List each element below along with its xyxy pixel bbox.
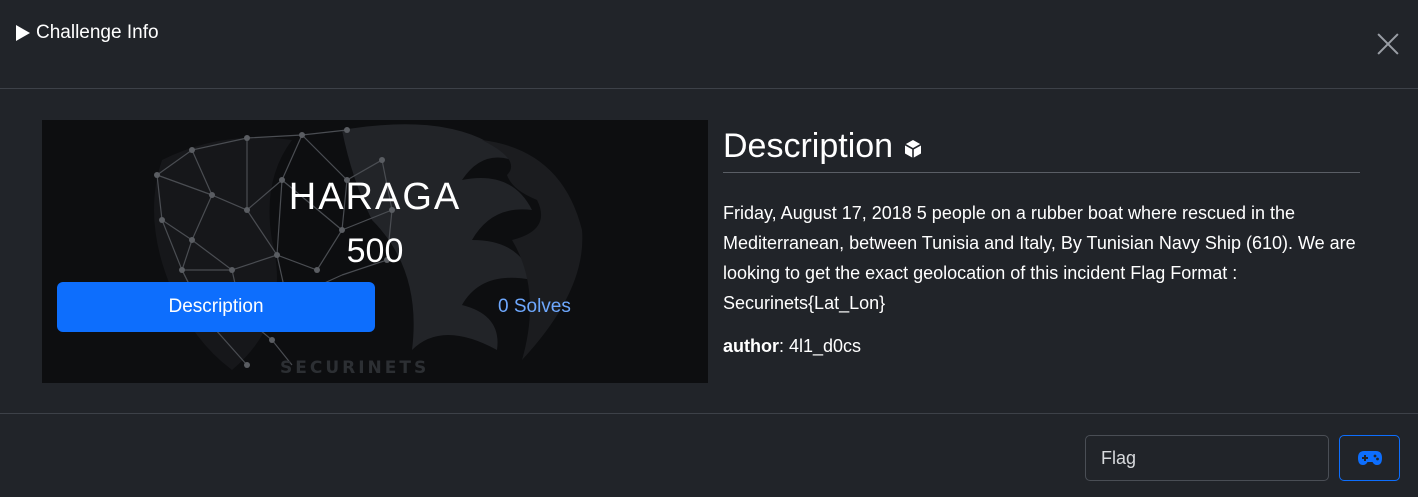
author-value: : 4l1_d0cs (779, 336, 862, 356)
flag-input[interactable] (1085, 435, 1329, 481)
description-divider (723, 172, 1360, 173)
challenge-banner: SECURINETS HARAGA 500 Description 0 Solv… (42, 120, 708, 383)
brand-wordmark: SECURINETS (280, 358, 430, 378)
modal-footer (0, 413, 1418, 497)
description-heading-label: Description (723, 126, 894, 165)
author-line: author: 4l1_d0cs (723, 336, 861, 357)
close-button[interactable] (1376, 32, 1400, 56)
play-icon (16, 25, 30, 41)
tab-solves[interactable]: 0 Solves (498, 282, 571, 332)
modal-title: Challenge Info (16, 22, 159, 44)
tab-solves-label: 0 Solves (498, 296, 571, 317)
gamepad-icon (1357, 451, 1382, 465)
challenge-modal: Challenge Info SECURINETS HARAGA 500 Des… (0, 0, 1418, 497)
challenge-points: 500 (346, 232, 404, 270)
modal-title-label: Challenge Info (36, 22, 159, 43)
author-label: author (723, 336, 779, 356)
modal-header: Challenge Info (0, 0, 1418, 89)
submit-flag-button[interactable] (1339, 435, 1400, 481)
tab-description-label: Description (168, 296, 264, 317)
challenge-name: HARAGA (288, 176, 462, 218)
cube-icon (904, 140, 922, 158)
tab-description[interactable]: Description (57, 282, 375, 332)
description-panel: Description Friday, August 17, 2018 5 pe… (723, 120, 1360, 356)
description-heading: Description (723, 123, 1360, 169)
description-text: Friday, August 17, 2018 5 people on a ru… (723, 203, 1356, 313)
